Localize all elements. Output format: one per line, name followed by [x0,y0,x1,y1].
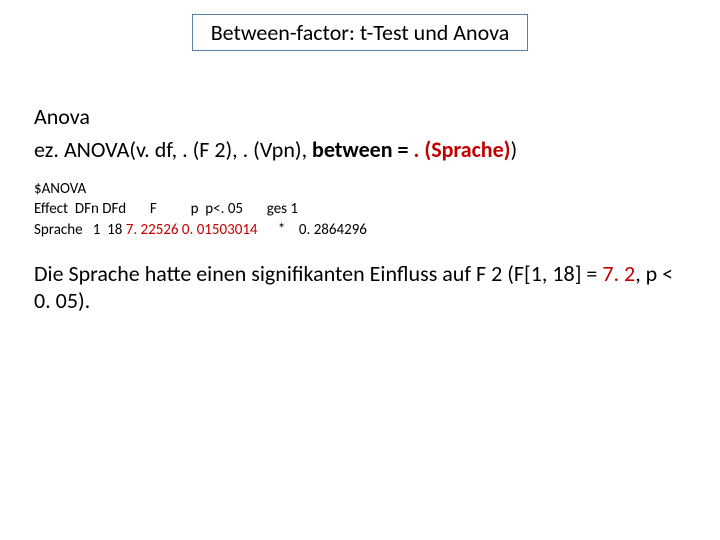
code-call: ez. ANOVA(v. df, . (F 2), . (Vpn), betwe… [34,136,686,163]
output-line-3-stat: 7. 22526 0. 01503014 [126,221,258,239]
anova-output: $ANOVA Effect DFn DFd F p p<. 05 ges 1 S… [34,179,686,240]
output-line-3-suffix: * 0. 2864296 [258,221,367,239]
output-line-3-prefix: Sprache 1 18 [34,221,126,239]
code-close: ) [511,136,518,163]
slide-title: Between-factor: t-Test und Anova [211,19,510,46]
conclusion-text: Die Sprache hatte einen signifikanten Ei… [34,260,686,315]
code-prefix: ez. ANOVA(v. df, . (F 2), . (Vpn), [34,136,312,163]
slide-content: Between-factor: t-Test und Anova Anova e… [0,0,720,540]
conclusion-part1: Die Sprache hatte einen signifikanten Ei… [34,260,602,287]
code-between-kw: between = [312,136,413,163]
code-between-val: . (Sprache) [413,136,510,163]
output-line-1: $ANOVA [34,180,86,198]
output-line-2: Effect DFn DFd F p p<. 05 ges 1 [34,200,298,218]
conclusion-fval: 7. 2 [602,260,635,287]
section-heading: Anova [34,103,686,130]
title-box: Between-factor: t-Test und Anova [192,14,529,51]
